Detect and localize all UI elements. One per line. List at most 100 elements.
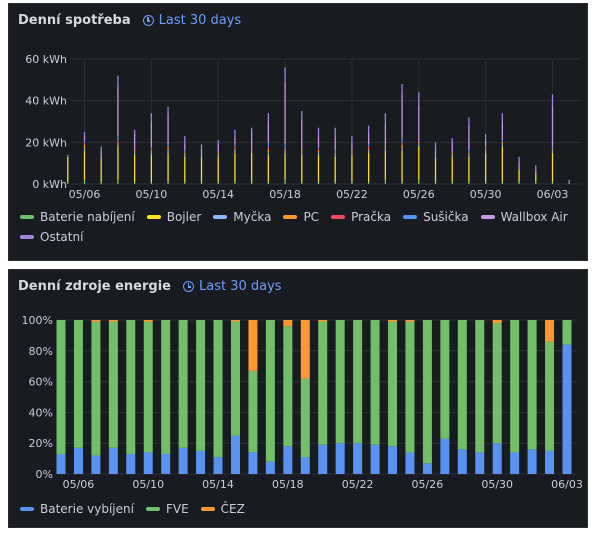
bar-segment[interactable] — [405, 320, 415, 322]
bar-segment[interactable] — [484, 140, 487, 147]
bar-segment[interactable] — [367, 134, 370, 145]
bar-segment[interactable] — [67, 154, 69, 157]
bar-segment[interactable] — [440, 438, 450, 474]
bar-segment[interactable] — [457, 449, 467, 474]
legend-item[interactable]: FVE — [145, 502, 189, 516]
bar-segment[interactable] — [551, 181, 554, 184]
bar-segment[interactable] — [527, 449, 537, 474]
bar-segment[interactable] — [353, 443, 363, 474]
bar-segment[interactable] — [150, 152, 153, 155]
bar-segment[interactable] — [388, 320, 398, 322]
bar-segment[interactable] — [117, 136, 119, 141]
legend-item[interactable]: Wallbox Air — [480, 210, 568, 224]
bar-segment[interactable] — [133, 129, 136, 134]
bar-segment[interactable] — [108, 321, 118, 448]
bar-segment[interactable] — [56, 320, 66, 454]
bar-segment[interactable] — [335, 443, 345, 474]
bar-segment[interactable] — [317, 181, 320, 184]
bar-segment[interactable] — [184, 154, 186, 157]
bar-segment[interactable] — [401, 94, 403, 139]
bar-segment[interactable] — [284, 179, 286, 184]
legend-item[interactable]: Ostatní — [20, 230, 83, 244]
bar-segment[interactable] — [267, 181, 270, 184]
bar-segment[interactable] — [91, 320, 101, 322]
bar-segment[interactable] — [230, 321, 240, 436]
bar-segment[interactable] — [334, 136, 336, 151]
bar-segment[interactable] — [422, 463, 432, 474]
bar-segment[interactable] — [217, 140, 219, 145]
bar-segment[interactable] — [468, 117, 470, 126]
bar-segment[interactable] — [317, 154, 320, 182]
bar-segment[interactable] — [117, 142, 119, 145]
bar-segment[interactable] — [234, 136, 236, 145]
bar-segment[interactable] — [501, 113, 504, 122]
bar-segment[interactable] — [150, 150, 153, 153]
bar-segment[interactable] — [501, 144, 504, 147]
bar-segment[interactable] — [492, 443, 502, 474]
bar-segment[interactable] — [475, 452, 485, 474]
bar-segment[interactable] — [217, 154, 219, 157]
bar-segment[interactable] — [401, 144, 403, 149]
bar-segment[interactable] — [562, 320, 572, 345]
bar-segment[interactable] — [83, 148, 86, 151]
bar-segment[interactable] — [200, 156, 203, 182]
bar-segment[interactable] — [551, 146, 554, 149]
bar-segment[interactable] — [318, 320, 328, 322]
bar-segment[interactable] — [217, 181, 219, 184]
bar-segment[interactable] — [234, 181, 236, 184]
bar-segment[interactable] — [83, 179, 86, 184]
bar-segment[interactable] — [150, 121, 153, 147]
bar-segment[interactable] — [501, 121, 504, 141]
bar-segment[interactable] — [284, 152, 286, 180]
bar-segment[interactable] — [73, 320, 83, 448]
bar-segment[interactable] — [284, 81, 286, 145]
bar-segment[interactable] — [250, 181, 253, 184]
bar-segment[interactable] — [117, 86, 119, 137]
bar-segment[interactable] — [150, 146, 153, 149]
bar-segment[interactable] — [518, 156, 520, 162]
bar-segment[interactable] — [367, 144, 370, 147]
bar-segment[interactable] — [184, 181, 186, 184]
bar-segment[interactable] — [300, 320, 310, 379]
bar-segment[interactable] — [353, 320, 363, 444]
bar-segment[interactable] — [384, 150, 387, 180]
bar-segment[interactable] — [434, 181, 437, 184]
bar-segment[interactable] — [108, 320, 118, 322]
bar-segment[interactable] — [451, 181, 453, 184]
bar-segment[interactable] — [300, 378, 310, 458]
bar-segment[interactable] — [213, 320, 223, 458]
bar-segment[interactable] — [334, 127, 336, 137]
bar-segment[interactable] — [167, 106, 169, 114]
legend-item[interactable]: Baterie vybíjení — [20, 502, 134, 516]
bar-segment[interactable] — [384, 123, 387, 147]
bar-segment[interactable] — [167, 152, 169, 182]
bar-segment[interactable] — [518, 181, 520, 184]
bar-segment[interactable] — [351, 142, 353, 151]
bar-segment[interactable] — [301, 152, 303, 155]
bar-segment[interactable] — [133, 152, 136, 155]
bar-segment[interactable] — [418, 142, 420, 145]
bar-segment[interactable] — [388, 321, 398, 447]
bar-segment[interactable] — [468, 181, 470, 184]
bar-segment[interactable] — [334, 152, 336, 155]
bar-segment[interactable] — [440, 320, 450, 439]
bar-segment[interactable] — [301, 111, 303, 120]
bar-segment[interactable] — [83, 150, 86, 180]
bar-segment[interactable] — [518, 169, 520, 182]
bar-segment[interactable] — [422, 320, 432, 464]
bar-segment[interactable] — [167, 146, 169, 151]
bar-segment[interactable] — [161, 453, 171, 474]
bar-segment[interactable] — [492, 323, 502, 444]
bar-segment[interactable] — [265, 320, 275, 462]
bar-segment[interactable] — [535, 181, 537, 184]
bar-segment[interactable] — [267, 148, 270, 153]
bar-segment[interactable] — [418, 104, 420, 143]
bar-segment[interactable] — [475, 320, 485, 453]
bar-segment[interactable] — [133, 181, 136, 184]
legend-item[interactable]: Pračka — [331, 210, 391, 224]
bar-segment[interactable] — [184, 144, 186, 151]
bar-segment[interactable] — [133, 154, 136, 182]
bar-segment[interactable] — [551, 94, 554, 105]
bar-segment[interactable] — [100, 159, 102, 182]
bar-segment[interactable] — [284, 144, 286, 149]
